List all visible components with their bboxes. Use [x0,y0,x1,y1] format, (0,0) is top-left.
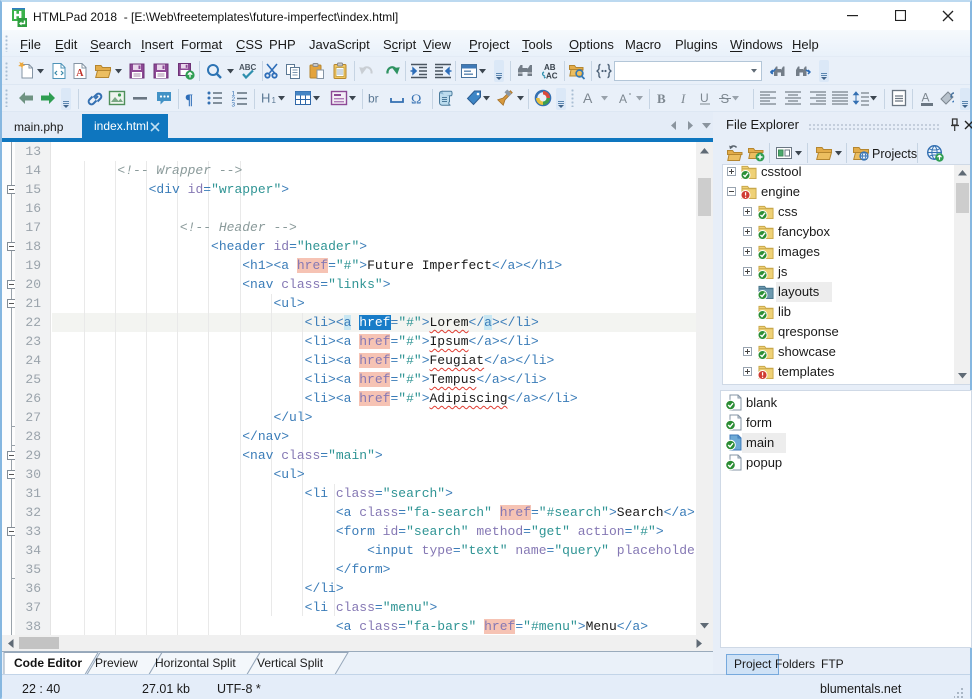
svg-text:Vertical Split: Vertical Split [257,656,324,670]
svg-text:1: 1 [272,96,277,105]
svg-text:ABC: ABC [239,63,257,72]
svg-text:A: A [619,92,627,106]
svg-text:AC: AC [546,72,558,81]
svg-text:br: br [368,92,379,106]
svg-text:U: U [700,91,709,105]
svg-text:I: I [680,91,686,106]
svg-text:A: A [922,91,930,105]
svg-text:H: H [261,91,270,106]
svg-text:Code Editor: Code Editor [14,656,82,670]
svg-text:Horizontal Split: Horizontal Split [155,656,236,670]
svg-text:A: A [583,90,593,106]
svg-text:3: 3 [232,102,236,108]
svg-text:B: B [657,91,666,106]
svg-text:Preview: Preview [95,656,138,670]
svg-text:A: A [76,68,84,79]
svg-text:¶: ¶ [185,92,193,107]
svg-text:Ω: Ω [411,93,421,108]
